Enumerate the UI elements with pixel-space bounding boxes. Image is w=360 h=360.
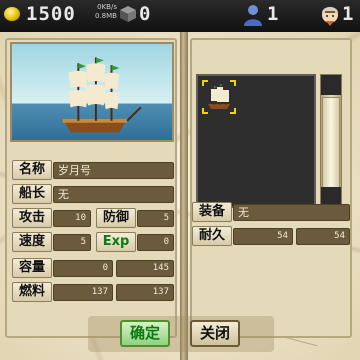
ship-detail-book: 名称 岁月号 船长 无 攻击 10 防御 5 速度 5 Exp 0 容量 0 1… — [0, 32, 360, 360]
name-label: 名称 — [12, 160, 52, 180]
equipment-row: 装备 无 — [192, 202, 352, 222]
confirm-button[interactable]: 确定 — [120, 320, 170, 347]
book-spine — [180, 32, 188, 360]
speed-exp-row: 速度 5 Exp 0 — [12, 232, 176, 252]
close-button[interactable]: 关闭 — [190, 320, 240, 347]
durability-max: 54 — [296, 228, 350, 245]
equip-label: 装备 — [192, 202, 232, 222]
capacity-current: 0 — [53, 260, 113, 277]
attack-defense-row: 攻击 10 防御 5 — [12, 208, 176, 228]
button-bar — [88, 316, 274, 352]
exp-label: Exp — [96, 232, 136, 252]
memory-usage: 0.8MB — [95, 12, 117, 20]
crew-count: 1 — [267, 3, 279, 25]
equip-value: 无 — [233, 204, 350, 221]
capacity-label: 容量 — [12, 258, 52, 278]
captain-count: 1 — [342, 3, 354, 25]
cube-icon — [120, 6, 136, 22]
scroll-top-cap — [321, 75, 341, 95]
net-speed: 0KB/s — [97, 3, 117, 11]
fuel-label: 燃料 — [12, 282, 52, 302]
inventory-scrollbar[interactable] — [320, 74, 342, 208]
ship-portrait — [10, 42, 174, 142]
attack-label: 攻击 — [12, 208, 52, 228]
network-stats: 0KB/s 0.8MB — [95, 3, 117, 21]
crew-person-icon — [244, 5, 262, 26]
fuel-current: 137 — [53, 284, 113, 301]
defense-label: 防御 — [96, 208, 136, 228]
status-bar: 1500 0KB/s 0.8MB 0 1 1 — [0, 0, 360, 32]
scroll-thumb[interactable] — [322, 97, 340, 193]
durability-label: 耐久 — [192, 226, 232, 246]
exp-value: 0 — [137, 234, 174, 251]
durability-row: 耐久 54 54 — [192, 226, 352, 246]
captain-row: 船长 无 — [12, 184, 176, 204]
capacity-row: 容量 0 145 — [12, 258, 176, 278]
fuel-row: 燃料 137 137 — [12, 282, 176, 302]
captain-label: 船长 — [12, 184, 52, 204]
durability-current: 54 — [233, 228, 293, 245]
ship-name: 岁月号 — [53, 162, 174, 179]
speed-label: 速度 — [12, 232, 52, 252]
inventory-slot[interactable] — [202, 80, 236, 114]
ship-inventory-grid[interactable] — [196, 74, 316, 208]
fuel-max: 137 — [116, 284, 174, 301]
gold-amount: 1500 — [26, 3, 76, 25]
captain-icon — [322, 7, 338, 26]
capacity-max: 145 — [116, 260, 174, 277]
gold-coin-icon — [4, 7, 20, 21]
attack-value: 10 — [53, 210, 91, 227]
name-row: 名称 岁月号 — [12, 160, 176, 180]
cube-count: 0 — [139, 3, 151, 25]
captain-value: 无 — [53, 186, 174, 203]
defense-value: 5 — [137, 210, 174, 227]
speed-value: 5 — [53, 234, 91, 251]
